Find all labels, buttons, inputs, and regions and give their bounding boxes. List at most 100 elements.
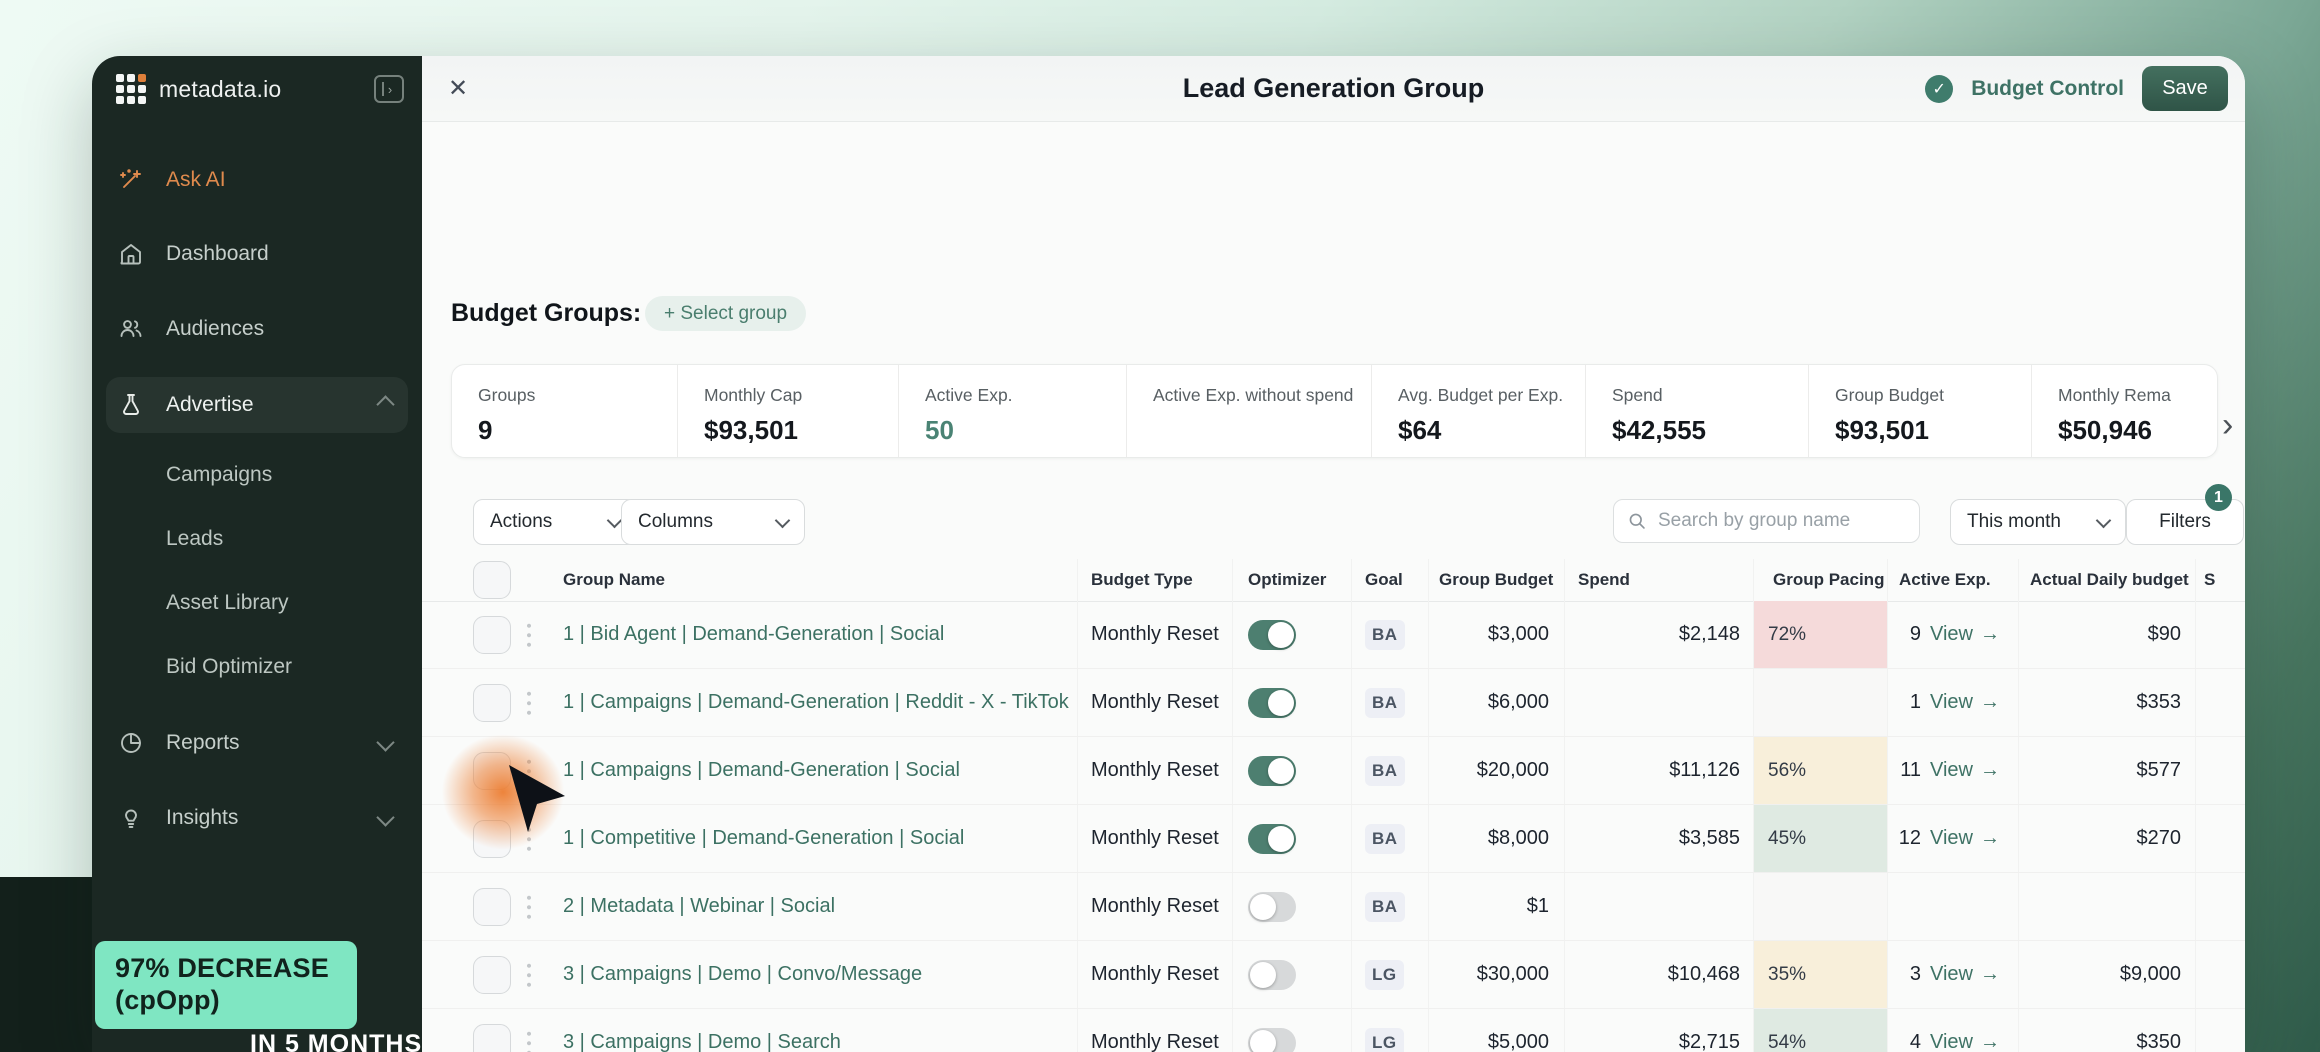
sidebar-item-audiences[interactable]: Audiences bbox=[106, 305, 408, 353]
drag-handle-icon[interactable] bbox=[527, 893, 531, 921]
drag-handle-icon[interactable] bbox=[527, 1029, 531, 1052]
budget-type-cell: Monthly Reset bbox=[1077, 737, 1232, 804]
spend-cell: $10,468 bbox=[1564, 941, 1753, 1008]
arrow-right-icon: → bbox=[1980, 691, 2000, 714]
search-input[interactable] bbox=[1656, 509, 1905, 533]
optimizer-toggle[interactable] bbox=[1248, 1028, 1296, 1052]
group-name-link[interactable]: 1 | Campaigns | Demand-Generation | Redd… bbox=[563, 691, 1069, 714]
search-box bbox=[1613, 499, 1920, 543]
group-pacing-cell: 56% bbox=[1753, 737, 1887, 804]
optimizer-toggle[interactable] bbox=[1248, 960, 1296, 990]
app-window: metadata.io › Ask AI Dashboard Audie bbox=[92, 56, 2245, 1052]
columns-dropdown[interactable]: Columns bbox=[621, 499, 805, 545]
daily-budget-cell: $350 bbox=[2018, 1009, 2195, 1052]
budget-control-link[interactable]: Budget Control bbox=[1971, 77, 2124, 101]
sidebar-item-ask-ai[interactable]: Ask AI bbox=[106, 156, 408, 204]
group-name-link[interactable]: 1 | Competitive | Demand-Generation | So… bbox=[563, 827, 964, 850]
view-link[interactable]: View→ bbox=[1930, 963, 2000, 986]
promo-subtext: IN 5 MONTHS bbox=[250, 1030, 422, 1052]
stats-next-arrow[interactable]: › bbox=[2222, 408, 2235, 442]
stat-value: $42,555 bbox=[1612, 415, 1798, 446]
active-exp-count: 12 bbox=[1899, 827, 1921, 850]
group-name-link[interactable]: 1 | Bid Agent | Demand-Generation | Soci… bbox=[563, 623, 944, 646]
truncated-cell bbox=[2195, 737, 2245, 804]
view-link[interactable]: View→ bbox=[1930, 623, 2000, 646]
goal-badge: BA bbox=[1365, 620, 1405, 650]
truncated-cell bbox=[2195, 941, 2245, 1008]
drag-handle-icon[interactable] bbox=[527, 689, 531, 717]
sidebar-item-campaigns[interactable]: Campaigns bbox=[106, 451, 408, 499]
drag-handle-icon[interactable] bbox=[527, 757, 531, 785]
optimizer-toggle[interactable] bbox=[1248, 756, 1296, 786]
view-link[interactable]: View→ bbox=[1930, 691, 2000, 714]
budget-type-cell: Monthly Reset bbox=[1077, 805, 1232, 872]
spend-cell bbox=[1564, 669, 1753, 736]
group-name-link[interactable]: 3 | Campaigns | Demo | Search bbox=[563, 1031, 841, 1052]
daily-budget-cell: $577 bbox=[2018, 737, 2195, 804]
stat-cell: Group Budget $93,501 bbox=[1808, 365, 2031, 457]
sidebar-item-dashboard[interactable]: Dashboard bbox=[106, 230, 408, 278]
select-all-checkbox[interactable] bbox=[473, 561, 511, 599]
chevron-down-icon bbox=[775, 512, 791, 528]
row-checkbox[interactable] bbox=[473, 820, 511, 858]
view-link[interactable]: View→ bbox=[1930, 759, 2000, 782]
row-checkbox[interactable] bbox=[473, 888, 511, 926]
row-checkbox[interactable] bbox=[473, 956, 511, 994]
stat-cell: Monthly Rema $50,946 bbox=[2031, 365, 2215, 457]
table-row: 1 | Bid Agent | Demand-Generation | Soci… bbox=[422, 601, 2245, 669]
col-active-exp: Active Exp. bbox=[1887, 559, 2018, 601]
sidebar-collapse-icon[interactable]: › bbox=[374, 75, 404, 103]
view-link[interactable]: View→ bbox=[1930, 1031, 2000, 1052]
header-actions: ✓ Budget Control Save bbox=[1925, 56, 2228, 121]
row-checkbox[interactable] bbox=[473, 684, 511, 722]
row-checkbox[interactable] bbox=[473, 616, 511, 654]
optimizer-toggle[interactable] bbox=[1248, 688, 1296, 718]
drag-handle-icon[interactable] bbox=[527, 961, 531, 989]
group-pacing-cell: 35% bbox=[1753, 941, 1887, 1008]
select-group-button[interactable]: + Select group bbox=[645, 296, 806, 331]
optimizer-toggle[interactable] bbox=[1248, 892, 1296, 922]
table-body: 1 | Bid Agent | Demand-Generation | Soci… bbox=[422, 601, 2245, 1052]
group-budget-cell: $30,000 bbox=[1428, 941, 1564, 1008]
sidebar-item-reports[interactable]: Reports bbox=[106, 719, 408, 767]
optimizer-toggle[interactable] bbox=[1248, 824, 1296, 854]
budget-type-cell: Monthly Reset bbox=[1077, 1009, 1232, 1052]
goal-badge: BA bbox=[1365, 892, 1405, 922]
active-exp-count: 4 bbox=[1910, 1031, 1921, 1052]
group-name-link[interactable]: 2 | Metadata | Webinar | Social bbox=[563, 895, 835, 918]
sidebar-item-label: Ask AI bbox=[166, 168, 226, 192]
modal-header: ✕ Lead Generation Group ✓ Budget Control… bbox=[422, 56, 2245, 122]
arrow-right-icon: → bbox=[1980, 1031, 2000, 1052]
sidebar: metadata.io › Ask AI Dashboard Audie bbox=[92, 56, 422, 1052]
stat-label: Monthly Rema bbox=[2058, 385, 2205, 406]
col-group-budget: Group Budget bbox=[1428, 559, 1564, 601]
table-row: 3 | Campaigns | Demo | Search Monthly Re… bbox=[422, 1009, 2245, 1052]
sidebar-item-label: Bid Optimizer bbox=[166, 655, 292, 679]
promo-line2: (cpOpp) bbox=[115, 985, 357, 1017]
group-name-link[interactable]: 1 | Campaigns | Demand-Generation | Soci… bbox=[563, 759, 960, 782]
sidebar-item-insights[interactable]: Insights bbox=[106, 794, 408, 842]
save-button[interactable]: Save bbox=[2142, 66, 2228, 111]
stat-value: 9 bbox=[478, 415, 667, 446]
drag-handle-icon[interactable] bbox=[527, 621, 531, 649]
row-checkbox[interactable] bbox=[473, 752, 511, 790]
row-checkbox[interactable] bbox=[473, 1024, 511, 1052]
drag-handle-icon[interactable] bbox=[527, 825, 531, 853]
sidebar-item-label: Dashboard bbox=[166, 242, 269, 266]
sidebar-item-asset-library[interactable]: Asset Library bbox=[106, 579, 408, 627]
sidebar-item-leads[interactable]: Leads bbox=[106, 515, 408, 563]
stats-card: Groups 9 Monthly Cap $93,501 Active Exp.… bbox=[451, 364, 2218, 458]
logo: metadata.io › bbox=[116, 70, 404, 108]
optimizer-toggle[interactable] bbox=[1248, 620, 1296, 650]
stat-label: Active Exp. without spend bbox=[1153, 385, 1361, 406]
view-label: View bbox=[1930, 963, 1973, 986]
actions-dropdown[interactable]: Actions bbox=[473, 499, 637, 545]
sidebar-item-bid-optimizer[interactable]: Bid Optimizer bbox=[106, 643, 408, 691]
goal-badge: BA bbox=[1365, 824, 1405, 854]
view-link[interactable]: View→ bbox=[1930, 827, 2000, 850]
sidebar-item-advertise[interactable]: Advertise bbox=[106, 377, 408, 433]
group-name-link[interactable]: 3 | Campaigns | Demo | Convo/Message bbox=[563, 963, 922, 986]
active-exp-count: 9 bbox=[1910, 623, 1921, 646]
table-row: 1 | Campaigns | Demand-Generation | Soci… bbox=[422, 737, 2245, 805]
period-dropdown[interactable]: This month bbox=[1950, 499, 2126, 545]
